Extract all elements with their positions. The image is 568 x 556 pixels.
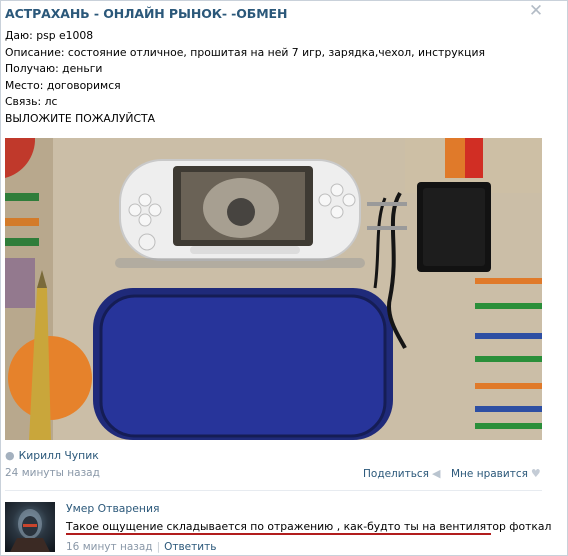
post-photo[interactable] <box>5 138 542 440</box>
like-label: Мне нравится <box>451 467 528 480</box>
post-description: Даю: psp e1008 Описание: состояние отлич… <box>5 28 485 127</box>
description-line-contact: Связь: лс <box>5 95 58 108</box>
avatar-image <box>10 509 50 552</box>
description-line-details: Описание: состояние отличное, прошитая н… <box>5 45 485 59</box>
highlight-underline <box>66 533 491 535</box>
post-title[interactable]: АСТРАХАНЬ - ОНЛАЙН РЫНОК- -ОБМЕН <box>5 6 287 21</box>
reply-button[interactable]: Ответить <box>164 541 216 553</box>
share-label: Поделиться <box>363 467 429 480</box>
heart-icon: ♥ <box>530 467 541 480</box>
psp-photo-image <box>5 138 542 440</box>
description-line-give: Даю: psp e1008 <box>5 29 94 42</box>
avatar[interactable] <box>5 502 55 552</box>
comment-text: Такое ощущение складывается по отражению… <box>66 520 552 533</box>
comment-author[interactable]: Умер Отварения <box>66 502 160 515</box>
post-time[interactable]: 24 минуты назад <box>5 467 100 479</box>
post-author[interactable]: ● Кирилл Чупик <box>5 449 99 462</box>
share-button[interactable]: Поделиться ◀ <box>363 467 440 480</box>
like-button[interactable]: Мне нравится ♥ <box>451 467 541 480</box>
comment-time[interactable]: 16 минут назад <box>66 541 153 553</box>
description-line-receive: Получаю: деньги <box>5 62 103 75</box>
megaphone-icon: ◀ <box>431 467 441 480</box>
description-line-request: ВЫЛОЖИТЕ ПОЖАЛУЙСТА <box>5 111 156 125</box>
close-icon[interactable]: ✕ <box>528 3 544 20</box>
post-author-name[interactable]: Кирилл Чупик <box>19 449 99 462</box>
user-icon: ● <box>5 449 15 462</box>
divider <box>5 490 542 491</box>
description-line-place: Место: договоримся <box>5 78 121 92</box>
comment-meta: 16 минут назад | Ответить <box>66 541 216 553</box>
meta-separator: | <box>156 541 161 553</box>
